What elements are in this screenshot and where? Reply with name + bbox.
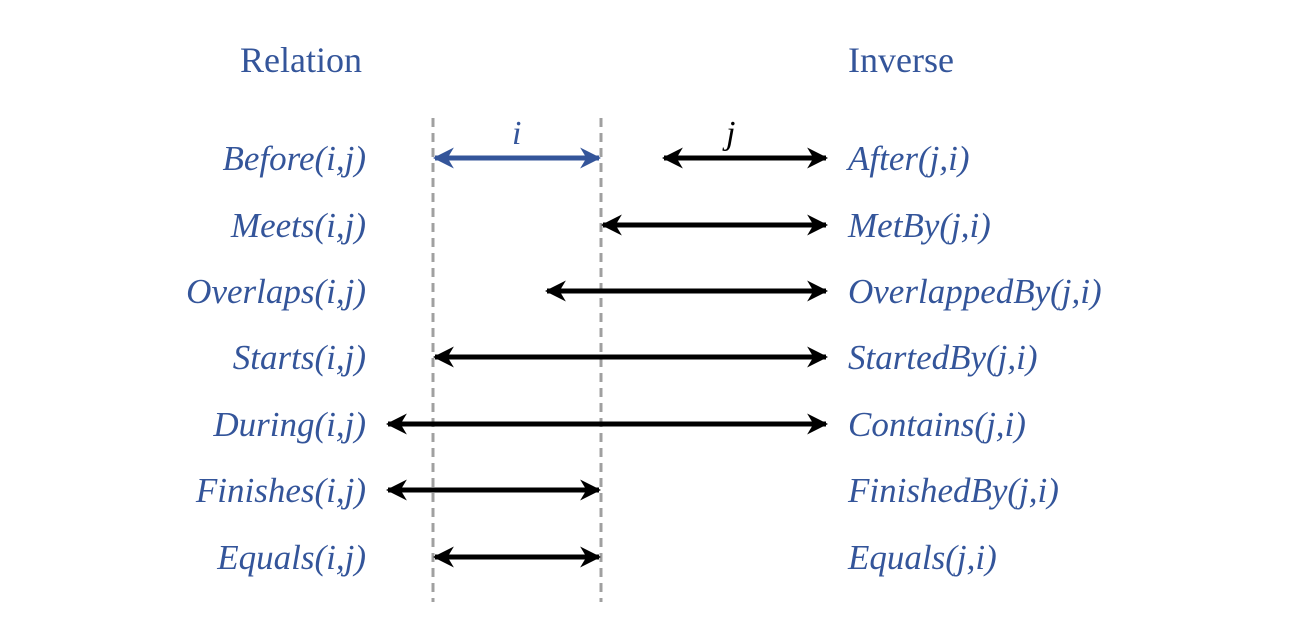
interval-i-label: i: [512, 115, 521, 152]
relation-label: Equals(i,j): [216, 538, 366, 577]
relation-label: Overlaps(i,j): [186, 272, 366, 311]
relation-label: During(i,j): [212, 405, 366, 444]
relation-label: Before(i,j): [222, 139, 366, 178]
inverse-label: Equals(j,i): [847, 538, 997, 577]
relation-label: Starts(i,j): [233, 338, 366, 377]
inverse-label: MetBy(j,i): [847, 206, 991, 245]
inverse-label: FinishedBy(j,i): [847, 471, 1059, 510]
inverse-label: After(j,i): [846, 139, 970, 178]
interval-relations-diagram: Relation Inverse i j Before(i,j) After(j,…: [186, 40, 1102, 602]
inverse-label: StartedBy(j,i): [848, 338, 1038, 377]
relation-label: Meets(i,j): [230, 206, 366, 245]
inverse-label: OverlappedBy(j,i): [848, 272, 1102, 311]
inverse-header: Inverse: [848, 40, 954, 80]
interval-j-label: j: [722, 115, 735, 152]
relation-label: Finishes(i,j): [195, 471, 366, 510]
inverse-label: Contains(j,i): [848, 405, 1026, 444]
relation-header: Relation: [240, 40, 362, 80]
